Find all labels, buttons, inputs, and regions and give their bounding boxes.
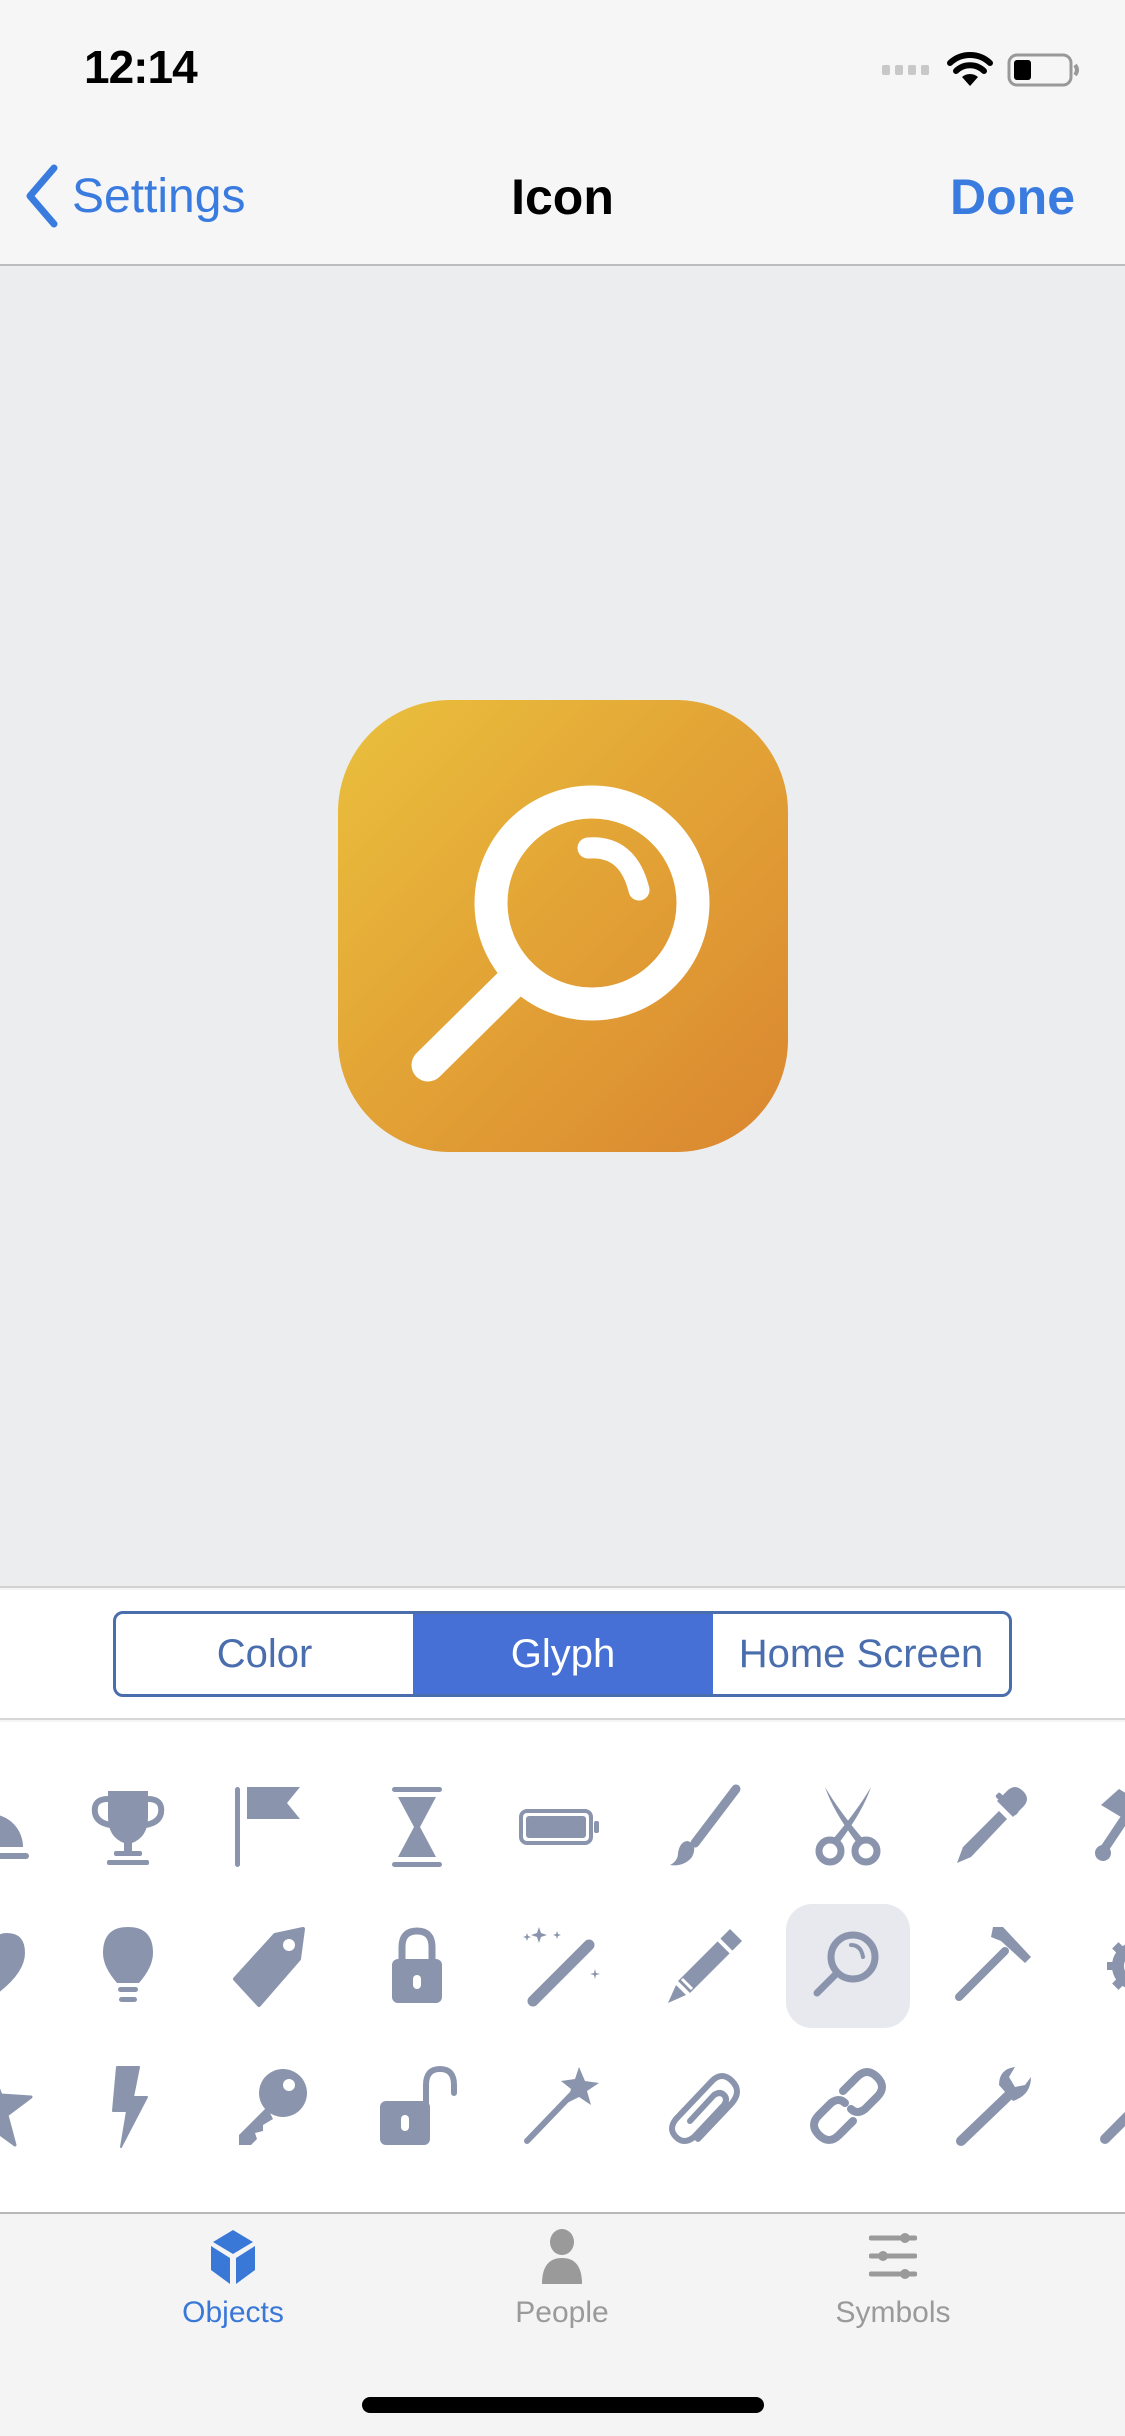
glyph-hammer-partial[interactable] [1074, 1764, 1125, 1888]
glyph-unlock[interactable] [355, 2044, 479, 2168]
star-icon [0, 2088, 33, 2147]
tab-label: People [515, 2296, 609, 2329]
gear-icon [1107, 1942, 1125, 1990]
glyph-scissors[interactable] [786, 1764, 910, 1888]
battery-icon [1007, 53, 1079, 87]
segment-glyph[interactable]: Glyph [413, 1614, 713, 1694]
magnifying-glass-icon [813, 1931, 879, 1997]
pencil-icon [668, 1929, 742, 2003]
hammer-icon [955, 1927, 1031, 2001]
icon-preview-area [0, 266, 1125, 1588]
glyph-hourglass[interactable] [355, 1764, 479, 1888]
cube-icon [211, 2230, 255, 2284]
trophy-icon [91, 1791, 165, 1865]
back-button[interactable]: Settings [22, 164, 245, 228]
wifi-icon [947, 52, 993, 86]
glyph-trophy[interactable] [66, 1764, 190, 1888]
paperclip-icon [669, 2073, 740, 2144]
navigation-bar: Settings Icon Done [0, 130, 1125, 266]
magic-wand-icon [523, 1927, 600, 2007]
back-label: Settings [72, 169, 246, 223]
glyph-lightning-bolt[interactable] [66, 2044, 190, 2168]
glyph-magnifying-glass[interactable] [786, 1904, 910, 2028]
chevron-left-icon [26, 164, 58, 228]
wrench-icon [956, 2067, 1031, 2146]
tab-people[interactable]: People [452, 2228, 672, 2348]
done-button[interactable]: Done [950, 168, 1075, 226]
segment-home-screen[interactable]: Home Screen [713, 1614, 1009, 1694]
home-indicator[interactable] [362, 2397, 764, 2413]
glyph-hammer[interactable] [930, 1904, 1054, 2028]
lock-icon [392, 1927, 442, 2003]
screwdriver-icon [1100, 2111, 1125, 2144]
eyedropper-icon [957, 1787, 1027, 1863]
flag-icon [235, 1787, 300, 1867]
glyph-magic-wand-star[interactable] [498, 2044, 622, 2168]
link-icon [810, 2068, 886, 2144]
tab-objects[interactable]: Objects [123, 2228, 343, 2348]
segment-panel: Color Glyph Home Screen [0, 1590, 1125, 1720]
tab-symbols[interactable]: Symbols [783, 2228, 1003, 2348]
glyph-key[interactable] [210, 2044, 334, 2168]
person-icon [542, 2229, 582, 2284]
app-icon-preview [338, 700, 788, 1152]
tab-label: Symbols [835, 2296, 951, 2329]
service-bell-icon [0, 1815, 29, 1859]
status-icons [882, 50, 1081, 90]
glyph-battery[interactable] [498, 1764, 622, 1888]
glyph-pencil[interactable] [643, 1904, 767, 2028]
cellular-signal-icon [882, 65, 929, 75]
glyph-lightbulb[interactable] [66, 1904, 190, 2028]
heart-icon [0, 1933, 25, 1992]
glyph-tag[interactable] [210, 1904, 334, 2028]
unlock-icon [380, 2065, 457, 2145]
glyph-star[interactable] [0, 2044, 52, 2168]
magnifying-glass-icon [411, 785, 710, 1082]
segmented-control: Color Glyph Home Screen [113, 1611, 1012, 1697]
magic-wand-star-icon [524, 2067, 599, 2144]
hourglass-icon [392, 1787, 442, 1867]
scissors-icon [815, 1787, 881, 1866]
glyph-gear[interactable] [1074, 1904, 1125, 2028]
glyph-screwdriver[interactable] [1074, 2044, 1125, 2168]
hammer-icon [1095, 1789, 1125, 1861]
tag-icon [233, 1927, 305, 2007]
glyph-heart[interactable] [0, 1904, 52, 2028]
glyph-service-bell[interactable] [0, 1764, 52, 1888]
battery-glyph-icon [519, 1809, 599, 1845]
paintbrush-icon [670, 1784, 741, 1866]
key-icon [239, 2069, 307, 2145]
lightning-bolt-icon [112, 2066, 148, 2148]
glyph-magic-wand-sparkles[interactable] [498, 1904, 622, 2028]
glyph-flag[interactable] [210, 1764, 334, 1888]
status-bar: 12:14 [0, 0, 1125, 130]
glyph-paintbrush[interactable] [643, 1764, 767, 1888]
tab-label: Objects [182, 2296, 284, 2329]
segment-color[interactable]: Color [116, 1614, 413, 1694]
sliders-icon [869, 2233, 917, 2279]
glyph-grid[interactable] [0, 1722, 1125, 2212]
glyph-wrench[interactable] [930, 2044, 1054, 2168]
status-time: 12:14 [84, 41, 198, 93]
lightbulb-icon [103, 1927, 153, 2002]
glyph-eyedropper[interactable] [930, 1764, 1054, 1888]
glyph-lock[interactable] [355, 1904, 479, 2028]
glyph-paperclip[interactable] [643, 2044, 767, 2168]
glyph-link[interactable] [786, 2044, 910, 2168]
